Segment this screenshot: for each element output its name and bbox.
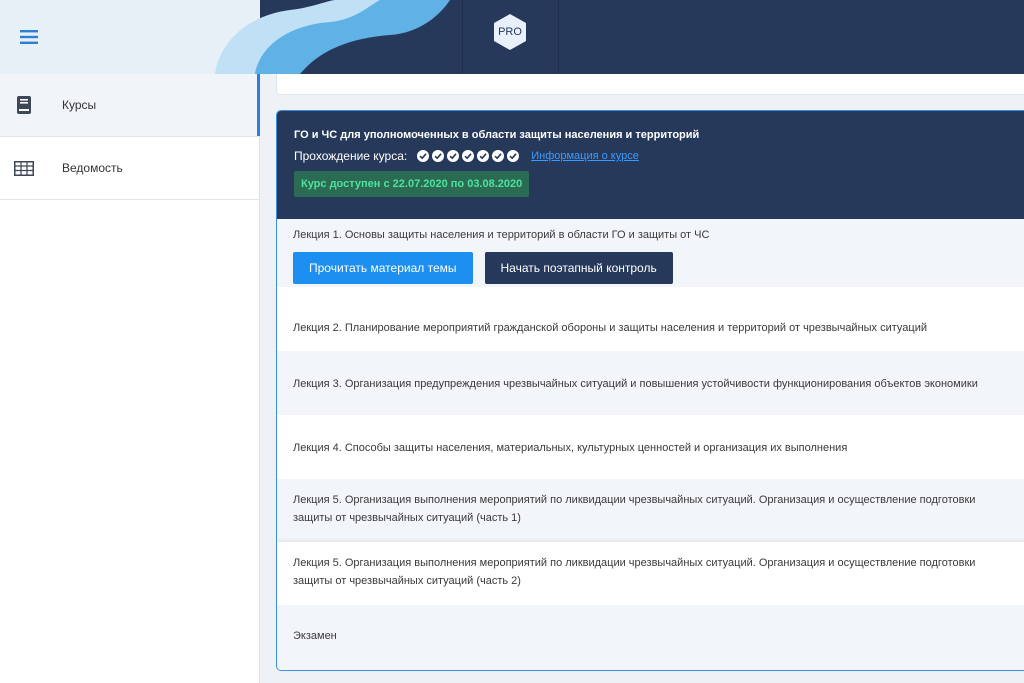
lecture-title: Лекция 5. Организация выполнения меропри… (293, 494, 976, 506)
check-circle-icon (417, 150, 430, 162)
lecture-row: Лекция 1. Основы защиты населения и терр… (277, 219, 1024, 287)
logo-text: PRO (498, 26, 522, 38)
sidebar-item-label: Курсы (62, 98, 97, 112)
course-header: ГО и ЧС для уполномоченных в области защ… (277, 111, 1024, 219)
lecture-title: Лекция 5. Организация выполнения меропри… (293, 557, 976, 569)
lecture-row[interactable]: Лекция 5. Организация выполнения меропри… (277, 542, 1024, 605)
lecture-title-line2: защиты от чрезвычайных ситуаций (часть 1… (293, 512, 521, 524)
lecture-row[interactable]: Лекция 3. Организация предупреждения чре… (277, 351, 1024, 415)
lecture-title: Лекция 1. Основы защиты населения и терр… (293, 229, 710, 241)
sidebar-item-gradebook[interactable]: Ведомость (0, 137, 259, 200)
table-icon (14, 158, 34, 178)
availability-badge: Курс доступен с 22.07.2020 по 03.08.2020 (294, 171, 530, 197)
course-info-link[interactable]: Информация о курсе (531, 150, 639, 162)
check-circle-icon (447, 150, 460, 162)
course-card: ГО и ЧС для уполномоченных в области защ… (276, 110, 1024, 671)
lecture-title: Лекция 4. Способы защиты населения, мате… (293, 442, 848, 454)
check-circle-icon (492, 150, 505, 162)
hamburger-icon (20, 30, 38, 44)
header-divider (558, 0, 559, 74)
lecture-row[interactable]: Лекция 4. Способы защиты населения, мате… (277, 415, 1024, 479)
lecture-title: Лекция 2. Планирование мероприятий гражд… (293, 322, 928, 334)
sidebar-item-label: Ведомость (62, 161, 123, 175)
check-circle-icon (462, 150, 475, 162)
content-top-strip (276, 74, 1024, 95)
pro-logo[interactable]: PRO (490, 12, 530, 52)
check-circle-icon (477, 150, 490, 162)
lecture-title: Лекция 3. Организация предупреждения чре… (293, 378, 978, 390)
course-title: ГО и ЧС для уполномоченных в области защ… (294, 129, 700, 141)
progress-checks (417, 150, 520, 162)
sidebar: Курсы Ведомость (0, 74, 260, 683)
check-circle-icon (432, 150, 445, 162)
lecture-title-line2: защиты от чрезвычайных ситуаций (часть 2… (293, 575, 521, 587)
lecture-row[interactable]: Лекция 5. Организация выполнения меропри… (277, 479, 1024, 542)
start-control-button[interactable]: Начать поэтапный контроль (484, 252, 673, 284)
menu-button[interactable] (0, 0, 58, 74)
check-circle-icon (507, 150, 520, 162)
course-progress: Прохождение курса: Информация о курсе (294, 149, 1024, 163)
progress-label: Прохождение курса: (294, 149, 408, 163)
read-material-button[interactable]: Прочитать материал темы (293, 252, 473, 284)
top-header: PRO (0, 0, 1024, 74)
exam-title: Экзамен (293, 630, 337, 642)
decorative-wave (215, 0, 470, 74)
header-divider (462, 0, 463, 74)
sidebar-item-courses[interactable]: Курсы (0, 74, 260, 137)
book-icon (14, 95, 34, 115)
lecture-row[interactable]: Экзамен (277, 605, 1024, 670)
lecture-row[interactable]: Лекция 2. Планирование мероприятий гражд… (277, 287, 1024, 351)
